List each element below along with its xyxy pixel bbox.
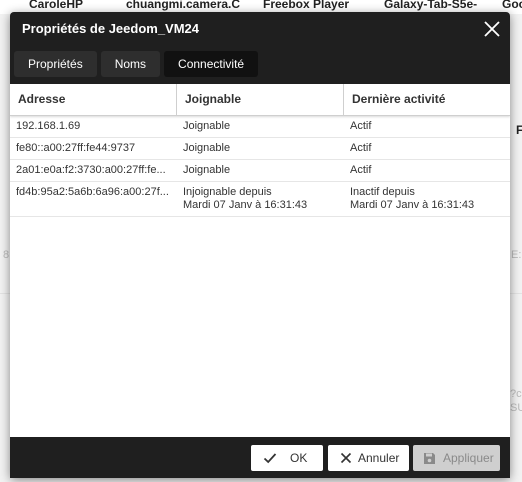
- check-icon: [263, 453, 277, 464]
- address-cell: 192.168.1.69: [16, 120, 81, 132]
- ok-button[interactable]: OK: [251, 445, 323, 471]
- background-text-fragment: ?c!: [510, 388, 522, 400]
- reachable-line: Injoignable depuis: [183, 186, 272, 198]
- activity-cell: Actif: [344, 116, 510, 137]
- dialog-footer: OK Annuler Appliquer: [10, 437, 510, 478]
- table-row: fd4b:95a2:5a6b:6a96:a00:27f... Injoignab…: [10, 182, 510, 217]
- activity-cell: Inactif depuis Mardi 07 Janv à 16:31:43: [344, 182, 510, 216]
- column-header-last-activity[interactable]: Dernière activité: [344, 84, 510, 115]
- column-header-address[interactable]: Adresse: [10, 84, 177, 115]
- tab-properties[interactable]: Propriétés: [14, 51, 97, 77]
- connectivity-panel: Adresse Joignable Dernière activité 192.…: [10, 84, 510, 437]
- apply-label: Appliquer: [443, 451, 494, 465]
- background-device-name: CaroleHP: [29, 0, 84, 11]
- reachable-since-line: Mardi 07 Janv à 16:31:43: [183, 199, 308, 211]
- cancel-label: Annuler: [358, 451, 400, 465]
- activity-line: Actif: [350, 164, 372, 176]
- background-text-fragment: 8: [3, 249, 10, 261]
- close-button[interactable]: [482, 19, 502, 39]
- background-text-fragment: F: [516, 123, 522, 137]
- reachable-cell: Joignable: [177, 116, 344, 137]
- background-device-name: Galaxy-Tab-S5e-: [384, 0, 478, 11]
- apply-button[interactable]: Appliquer: [413, 445, 500, 471]
- connectivity-table-body: 192.168.1.69 Joignable Actif fe80::a00:2…: [10, 116, 510, 217]
- reachable-cell: Joignable: [177, 138, 344, 159]
- address-cell: fd4b:95a2:5a6b:6a96:a00:27f...: [16, 186, 169, 198]
- background-device-name: Freebox Player: [263, 0, 350, 11]
- table-row: fe80::a00:27ff:fe44:9737 Joignable Actif: [10, 138, 510, 160]
- activity-cell: Actif: [344, 160, 510, 181]
- reachable-line: Joignable: [183, 142, 231, 154]
- close-icon: [484, 21, 500, 37]
- address-cell: 2a01:e0a:f2:3730:a00:27ff:fe...: [16, 164, 166, 176]
- cancel-button[interactable]: Annuler: [328, 445, 409, 471]
- activity-line: Inactif depuis: [350, 186, 415, 198]
- reachable-line: Joignable: [183, 120, 231, 132]
- reachable-cell: Injoignable depuis Mardi 07 Janv à 16:31…: [177, 182, 344, 216]
- table-row: 192.168.1.69 Joignable Actif: [10, 116, 510, 138]
- table-row: 2a01:e0a:f2:3730:a00:27ff:fe... Joignabl…: [10, 160, 510, 182]
- activity-line: Actif: [350, 142, 372, 154]
- reachable-line: Joignable: [183, 164, 231, 176]
- table-header: Adresse Joignable Dernière activité: [10, 84, 510, 116]
- reachable-cell: Joignable: [177, 160, 344, 181]
- activity-line: Actif: [350, 120, 372, 132]
- ok-label: OK: [290, 451, 308, 465]
- background-text-fragment: E:: [511, 249, 522, 261]
- column-header-reachable[interactable]: Joignable: [177, 84, 344, 115]
- save-icon: [424, 452, 435, 464]
- activity-cell: Actif: [344, 138, 510, 159]
- background-divider: [0, 293, 10, 294]
- background-device-name: chuangmi.camera.C: [126, 0, 241, 11]
- tab-bar: Propriétés Noms Connectivité: [14, 51, 259, 77]
- tab-names[interactable]: Noms: [100, 51, 161, 77]
- dialog-title: Propriétés de Jeedom_VM24: [22, 21, 200, 36]
- background-device-name: Goo: [502, 0, 522, 11]
- tab-connectivity[interactable]: Connectivité: [164, 51, 259, 77]
- background-text-fragment: SU: [510, 402, 522, 414]
- background-divider: [510, 293, 522, 294]
- close-icon: [340, 452, 352, 464]
- properties-dialog: Propriétés de Jeedom_VM24 Propriétés Nom…: [10, 12, 510, 478]
- activity-since-line: Mardi 07 Janv à 16:31:43: [350, 199, 475, 211]
- address-cell: fe80::a00:27ff:fe44:9737: [16, 142, 136, 154]
